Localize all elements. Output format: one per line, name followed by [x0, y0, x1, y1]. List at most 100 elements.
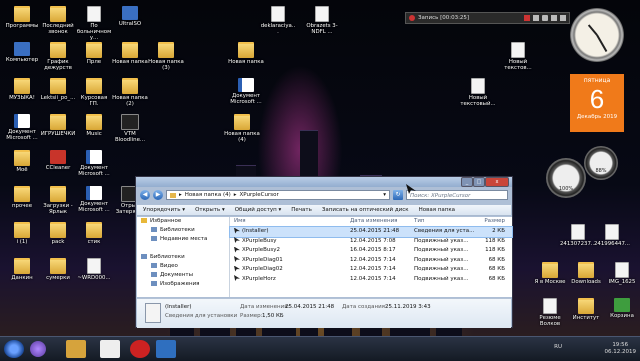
desktop-icon-zagruzki[interactable]: Загрузки - Ярлык — [40, 186, 76, 215]
desktop-icon-ya-v-moskve[interactable]: Я в Москве — [532, 262, 568, 285]
close-icon[interactable] — [560, 15, 566, 21]
column-date[interactable]: Дата изменения — [350, 217, 414, 226]
desktop-icon-stroka-2419[interactable]: 241996447... — [594, 224, 630, 247]
desktop-icon-img1625[interactable]: IMG_1625 — [604, 262, 640, 285]
close-window-button[interactable]: x — [485, 177, 509, 187]
new-folder-button[interactable]: Новая папка — [419, 207, 455, 213]
open-button[interactable]: Открыть ▾ — [195, 207, 225, 213]
calendar-gadget[interactable]: пятница 6 Декабрь 2019 — [570, 74, 624, 132]
window-taskbar-icon[interactable] — [156, 340, 176, 358]
language-indicator[interactable]: RU — [554, 344, 562, 351]
desktop-icon-dokument-ms-4[interactable]: Документ Microsoft ... — [228, 78, 264, 105]
share-button[interactable]: Общий доступ ▾ — [235, 207, 282, 213]
desktop-icon-i1[interactable]: i (1) — [4, 222, 40, 245]
file-row[interactable]: (Installer) 25.04.2015 21:48 Сведения для … — [229, 226, 513, 238]
minimize-window-button[interactable]: _ — [461, 177, 473, 187]
desktop-icon-novaya-papka-3[interactable]: Новая папка (3) — [148, 42, 184, 71]
desktop-icon-vtm[interactable]: VTM Bloodline... — [112, 114, 148, 143]
desktop-icon-novaya-papka-2[interactable]: Новая папка (2) — [112, 78, 148, 107]
desktop-icon-moe[interactable]: Моё — [4, 150, 40, 173]
desktop-icon-wrd[interactable]: ~WRD000... — [76, 258, 112, 281]
organize-button[interactable]: Упорядочить ▾ — [143, 207, 185, 213]
desktop-icon-institut[interactable]: Институт — [568, 298, 604, 321]
memory-gauge[interactable]: 88% — [584, 146, 618, 180]
desktop-icon-posledniy[interactable]: Последний звонок — [40, 6, 76, 35]
file-row[interactable]: XPurpleBusy 12.04.2015 7:08 Подвижный указ… — [230, 237, 512, 247]
pause-icon[interactable] — [533, 15, 539, 21]
back-button[interactable]: ◀ — [140, 190, 150, 200]
start-button[interactable] — [4, 340, 24, 358]
desktop-icon-dankin[interactable]: Данкин — [4, 258, 40, 281]
desktop-icon-prochee[interactable]: прочее — [4, 186, 40, 209]
desktop-icon-music[interactable]: Music — [76, 114, 112, 137]
desktop-icon-stroka-241[interactable]: 241307237... — [560, 224, 596, 247]
desktop-icon-novaya-papka[interactable]: Новая папка — [112, 42, 148, 65]
desktop-icon-novyy-tekst[interactable]: Новый текстов... — [500, 42, 536, 71]
nav-item[interactable]: Видео — [137, 262, 229, 271]
browser-taskbar-icon[interactable] — [100, 340, 120, 358]
nav-item[interactable]: Документы — [137, 271, 229, 280]
column-name[interactable]: Имя — [230, 217, 350, 226]
maximize-window-button[interactable]: □ — [473, 177, 485, 187]
desktop-icon-korzina[interactable]: Корзина — [604, 298, 640, 319]
desktop-icon-novaya-papka-dup[interactable]: Новая папка — [228, 42, 264, 65]
file-row[interactable]: XPurpleDiag01 12.04.2015 7:14 Подвижный ук… — [230, 256, 512, 266]
desktop-icon-sumerki[interactable]: сумерки — [40, 258, 76, 281]
explorer-window[interactable]: _ □ x ◀ ▶ ▸ Новая папка (4) ▸ XPurpleCur… — [135, 176, 513, 328]
desktop-icon-po-bolnichnomu[interactable]: По больничному... — [76, 6, 112, 41]
minimize-icon[interactable] — [551, 15, 557, 21]
desktop-icon-label: Компьютер — [5, 57, 39, 63]
desktop-icon-deklaraciya[interactable]: deklaraciya... — [260, 6, 296, 35]
explorer-taskbar-icon[interactable] — [66, 340, 86, 358]
desktop-icon-pack[interactable]: pack — [40, 222, 76, 245]
breadcrumb-item[interactable]: Новая папка (4) — [185, 192, 231, 198]
desktop-icon-obrazets[interactable]: Obrazets 3-NDFL ... — [304, 6, 340, 35]
system-tray[interactable]: RU 19:56 06.12.2019 — [554, 342, 636, 356]
file-row[interactable]: XPurpleBusy2 16.04.2015 8:17 Подвижный ука… — [230, 246, 512, 256]
breadcrumb[interactable]: ▸ Новая папка (4) ▸ XPurpleCursor ▾ — [166, 190, 390, 200]
desktop-icon-kursovaya[interactable]: Курсовая ГП. — [76, 78, 112, 107]
desktop-icon-dokument-ms-3[interactable]: Документ Microsoft ... — [76, 186, 112, 213]
memory-value: 88% — [595, 168, 607, 174]
breadcrumb-item[interactable]: XPurpleCursor — [240, 192, 279, 198]
desktop-icon-stik[interactable]: стик — [76, 222, 112, 245]
screen-recorder-bar[interactable]: Запись [00:03:25] — [405, 12, 570, 24]
nav-item[interactable]: Библиотеки — [137, 253, 229, 262]
desktop-icon-dokument-ms-2[interactable]: Документ Microsoft ... — [76, 150, 112, 177]
desktop-icon-rezyume[interactable]: Резюме Волков — [532, 298, 568, 327]
desktop-icon-kompyuter[interactable]: Компьютер — [4, 42, 40, 63]
window-titlebar[interactable] — [136, 177, 512, 187]
desktop-icon-ccleaner[interactable]: CCleaner — [40, 150, 76, 171]
voice-assistant-icon[interactable] — [30, 341, 46, 357]
recorder-taskbar-icon[interactable] — [130, 340, 150, 358]
desktop-icon-novaya-papka-4[interactable]: Новая папка (4) — [224, 114, 260, 143]
column-size[interactable]: Размер — [478, 217, 508, 226]
file-row[interactable]: XPurpleHorz 12.04.2015 7:14 Подвижный указ… — [230, 275, 512, 285]
print-button[interactable]: Печать — [291, 207, 312, 213]
refresh-button[interactable]: ↻ — [393, 190, 403, 200]
desktop-icon-igrushechki[interactable]: ИГРУШЕЧКИ — [40, 114, 76, 137]
desktop-icon-downloads[interactable]: Downloads — [568, 262, 604, 285]
desktop-icon-novyy-tekst-2[interactable]: Новый текстовый... — [460, 78, 496, 107]
nav-item[interactable]: Недавние места — [137, 235, 229, 244]
cpu-gauge[interactable]: 100% — [546, 158, 586, 198]
desktop-icon-muzyka[interactable]: МУЗЫКА! — [4, 78, 40, 101]
desktop-icon-ultraiso[interactable]: UltraISO — [112, 6, 148, 27]
desktop-icon-grafik[interactable]: График дежурств — [40, 42, 76, 71]
file-row[interactable]: XPurpleDiag02 12.04.2015 7:14 Подвижный ук… — [230, 265, 512, 275]
stop-icon[interactable] — [524, 15, 530, 21]
forward-button[interactable]: ▶ — [153, 190, 163, 200]
nav-item[interactable]: Избранное — [137, 217, 229, 226]
desktop-icon-prle[interactable]: Прле — [76, 42, 112, 65]
nav-item[interactable]: Библиотеки — [137, 226, 229, 235]
nav-item[interactable]: Изображения — [137, 280, 229, 289]
camera-icon[interactable] — [542, 15, 548, 21]
desktop-icon-lektsii[interactable]: Lektsii_po_... — [40, 78, 76, 101]
desktop-icon-dokument-ms[interactable]: Документ Microsoft ... — [4, 114, 40, 141]
column-type[interactable]: Тип — [414, 217, 478, 226]
search-input[interactable]: Поиск: XPurpleCursor — [406, 190, 508, 200]
clock-gadget[interactable] — [570, 8, 624, 62]
chevron-down-icon[interactable]: ▾ — [383, 192, 386, 198]
burn-button[interactable]: Записать на оптический диск — [322, 207, 409, 213]
desktop-icon-programmy[interactable]: Программы — [4, 6, 40, 29]
